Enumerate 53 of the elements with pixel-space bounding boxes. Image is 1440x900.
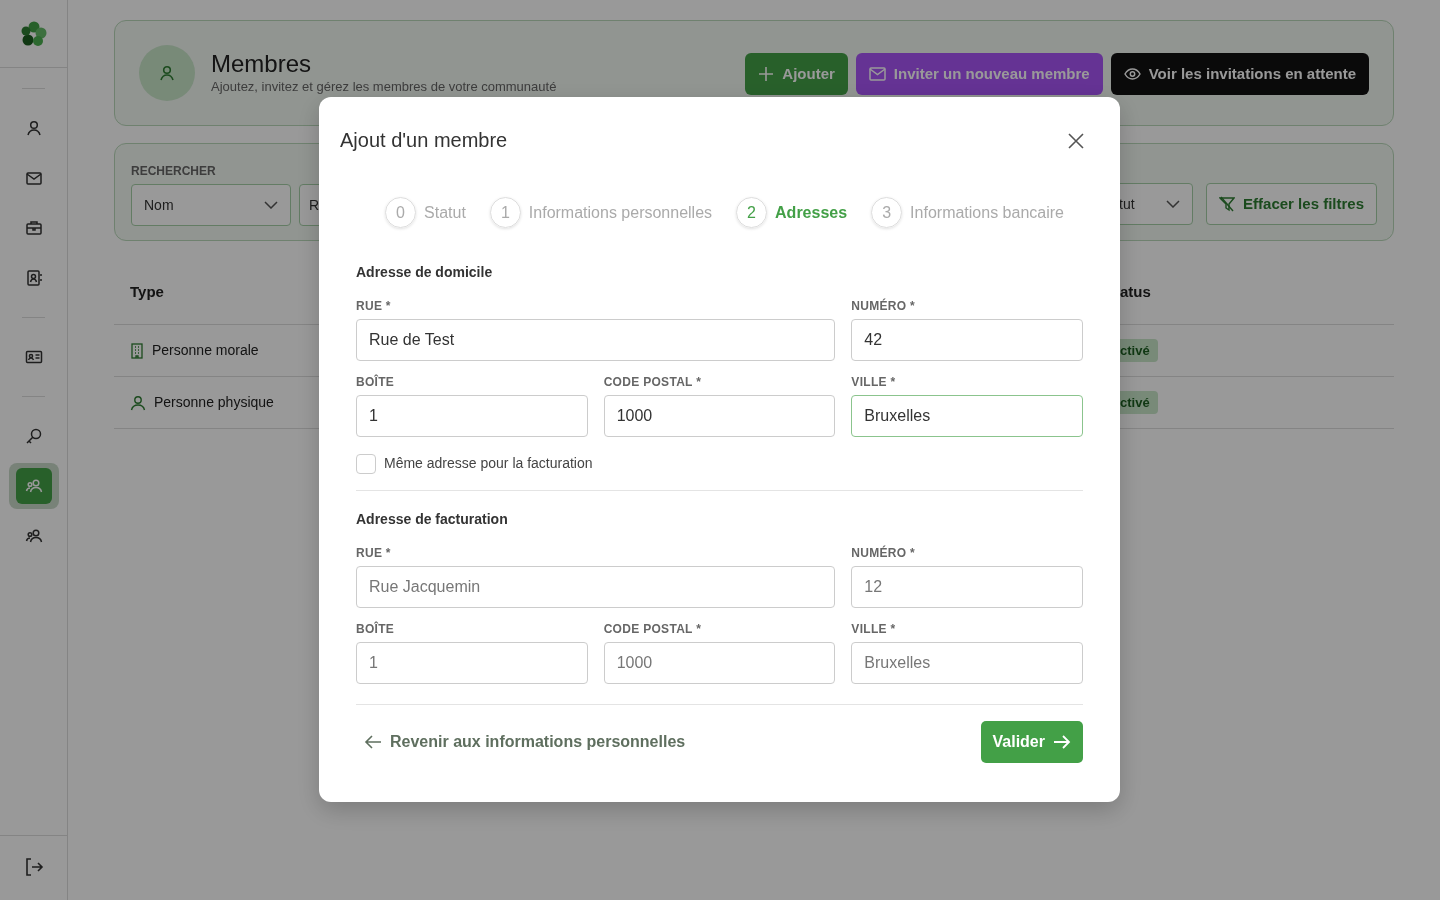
field-label: NUMÉRO *: [851, 297, 917, 315]
mail-icon: [868, 67, 886, 81]
chevron-icon: [1166, 200, 1181, 208]
field-label: CODE POSTAL *: [603, 374, 703, 391]
field-label: VILLE *: [851, 374, 897, 391]
arrow-left-icon: [364, 734, 382, 750]
back-link[interactable]: Revenir aux informations personnelles: [364, 730, 686, 754]
column-header: atus: [1119, 282, 1151, 303]
avatar-icon: [139, 45, 195, 101]
page-title: Membres: [211, 51, 313, 78]
view-invitations-button[interactable]: Voir les invitations en attente: [1110, 53, 1369, 95]
input-field[interactable]: 1000: [603, 642, 836, 684]
invite-button[interactable]: Inviter un nouveau membre: [855, 53, 1103, 95]
input-field[interactable]: 1: [356, 642, 588, 684]
field-label: NUMÉRO *: [851, 544, 917, 562]
input-field[interactable]: Rue Jacquemin: [356, 566, 836, 608]
eye-icon: [1123, 68, 1141, 80]
field-label: BOÎTE: [356, 620, 396, 638]
page-subtitle: Ajoutez, invitez et gérez les membres de votre communauté: [211, 78, 557, 97]
input-field[interactable]: Bruxelles: [851, 642, 1083, 684]
checkbox[interactable]: [356, 453, 376, 474]
modal-title: Ajout d'un membre: [340, 128, 508, 153]
input-field[interactable]: 42: [851, 319, 1083, 361]
table-cell-text: Personne physique: [154, 393, 274, 412]
input-field[interactable]: Rue de Test: [356, 319, 836, 361]
field-label: BOÎTE: [356, 373, 396, 391]
table-cell-text: Personne morale: [152, 341, 259, 360]
clover-logo: [19, 19, 48, 48]
building-icon: [130, 342, 144, 359]
sidebar-group-icon[interactable]: [8, 463, 59, 509]
section-title: Adresse de facturation: [356, 510, 509, 529]
step-tab[interactable]: 2 Adresses: [736, 197, 848, 228]
chevron-icon: [264, 201, 278, 209]
input-field[interactable]: 1: [356, 395, 588, 437]
filter-off-icon: [1219, 196, 1236, 212]
field-label: CODE POSTAL *: [603, 621, 703, 638]
clear-filters-button[interactable]: Effacer les filtres: [1206, 183, 1377, 225]
field-label: RUE *: [356, 545, 392, 562]
arrow-right-icon: [1053, 734, 1071, 750]
column-header: Type: [129, 282, 164, 303]
input-field[interactable]: Bruxelles: [851, 395, 1083, 437]
section-title: Adresse de domicile: [356, 263, 494, 282]
submit-button[interactable]: Valider: [980, 721, 1083, 763]
add-button[interactable]: Ajouter: [745, 53, 848, 95]
plus-icon: [758, 66, 775, 82]
person-icon: [130, 394, 146, 411]
search-label: RECHERCHER: [131, 163, 217, 180]
input-field[interactable]: 1000: [603, 395, 836, 437]
input-field[interactable]: 12: [851, 566, 1083, 608]
field-label: RUE *: [356, 298, 392, 315]
checkbox-label: Même adresse pour la facturation: [384, 454, 593, 473]
field-label: VILLE *: [851, 621, 897, 638]
search-select[interactable]: Nom: [131, 184, 291, 226]
